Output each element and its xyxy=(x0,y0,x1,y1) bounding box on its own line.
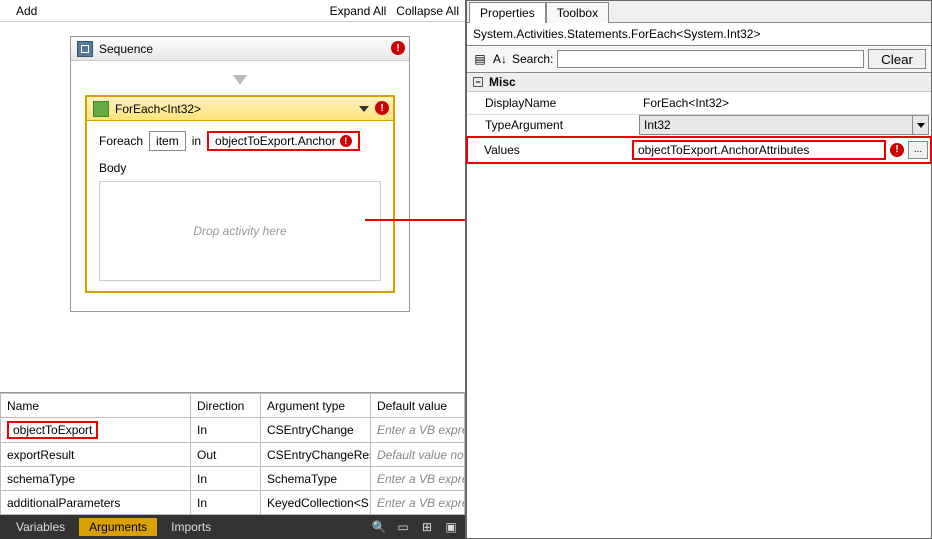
zoom-icon[interactable]: ▭ xyxy=(395,519,411,535)
search-input[interactable] xyxy=(557,50,864,68)
chevron-down-icon[interactable] xyxy=(912,116,928,134)
arg-type-cell[interactable]: KeyedCollection<S xyxy=(261,491,371,515)
fit-icon[interactable]: ▣ xyxy=(443,519,459,535)
body-label: Body xyxy=(99,161,381,175)
argument-row[interactable]: schemaTypeInSchemaTypeEnter a VB express xyxy=(1,467,465,491)
body-drop-zone[interactable]: Drop activity here xyxy=(99,181,381,281)
overview-icon[interactable]: ⊞ xyxy=(419,519,435,535)
collapse-icon[interactable]: − xyxy=(473,77,483,87)
tab-imports[interactable]: Imports xyxy=(161,518,221,536)
arg-direction-cell[interactable]: In xyxy=(191,491,261,515)
displayname-label: DisplayName xyxy=(467,92,637,114)
arguments-grid[interactable]: Name Direction Argument type Default val… xyxy=(0,392,465,515)
sequence-title: Sequence xyxy=(99,42,153,56)
annotation-arrow xyxy=(365,219,465,221)
arg-direction-cell[interactable]: Out xyxy=(191,443,261,467)
error-icon[interactable]: ! xyxy=(340,135,352,147)
foreach-activity[interactable]: ForEach<Int32> ! Foreach item in objectT… xyxy=(85,95,395,293)
chevron-down-icon[interactable] xyxy=(359,106,369,112)
error-icon[interactable]: ! xyxy=(890,143,904,157)
arg-name-cell[interactable]: schemaType xyxy=(1,467,191,491)
arg-name-cell[interactable]: exportResult xyxy=(1,443,191,467)
arg-default-cell[interactable]: Enter a VB express xyxy=(371,467,465,491)
arg-type-cell[interactable]: CSEntryChangeRes xyxy=(261,443,371,467)
category-misc[interactable]: − Misc xyxy=(467,73,931,92)
values-input[interactable]: objectToExport.AnchorAttributes xyxy=(632,140,886,160)
values-label: Values xyxy=(470,143,632,157)
add-link[interactable]: Add xyxy=(16,4,37,18)
col-type[interactable]: Argument type xyxy=(261,394,371,418)
error-icon[interactable]: ! xyxy=(375,101,389,115)
arg-name-cell[interactable]: additionalParameters xyxy=(1,491,191,515)
bottom-tabs: Variables Arguments Imports 🔍 ▭ ⊞ ▣ xyxy=(0,515,465,539)
prop-row-values[interactable]: Values objectToExport.AnchorAttributes !… xyxy=(467,136,931,163)
sequence-activity[interactable]: Sequence ! ForEach<Int32> ! xyxy=(70,36,410,312)
search-label: Search: xyxy=(512,52,553,66)
designer-toolbar: Add Expand All Collapse All xyxy=(0,0,465,22)
properties-tabs: Properties Toolbox xyxy=(467,1,931,23)
search-row: ▤ A↓ Search: Clear xyxy=(467,46,931,73)
arg-default-cell[interactable]: Enter a VB express xyxy=(371,418,465,443)
clear-button[interactable]: Clear xyxy=(868,49,926,69)
sequence-icon xyxy=(77,41,93,57)
tab-variables[interactable]: Variables xyxy=(6,518,75,536)
displayname-value[interactable]: ForEach<Int32> xyxy=(637,92,931,114)
tab-arguments[interactable]: Arguments xyxy=(79,518,157,536)
sequence-header[interactable]: Sequence ! xyxy=(71,37,409,61)
arg-default-cell[interactable]: Default value not su xyxy=(371,443,465,467)
argument-row[interactable]: additionalParametersInKeyedCollection<SE… xyxy=(1,491,465,515)
expand-all-link[interactable]: Expand All xyxy=(330,4,387,18)
designer-surface[interactable]: Sequence ! ForEach<Int32> ! xyxy=(0,22,465,392)
arguments-header-row: Name Direction Argument type Default val… xyxy=(1,394,465,418)
sort-icon[interactable]: A↓ xyxy=(492,52,508,66)
foreach-icon xyxy=(93,101,109,117)
tab-toolbox[interactable]: Toolbox xyxy=(546,2,609,23)
foreach-header[interactable]: ForEach<Int32> ! xyxy=(87,97,393,121)
arg-direction-cell[interactable]: In xyxy=(191,467,261,491)
arg-name-cell[interactable]: objectToExport xyxy=(1,418,191,443)
col-name[interactable]: Name xyxy=(1,394,191,418)
designer-pane: Add Expand All Collapse All Sequence ! xyxy=(0,0,466,539)
typeargument-combo[interactable]: Int32 xyxy=(639,115,929,135)
selection-breadcrumb: System.Activities.Statements.ForEach<Sys… xyxy=(467,23,931,46)
item-input[interactable]: item xyxy=(149,131,186,151)
in-expression-input[interactable]: objectToExport.Anchor ! xyxy=(207,131,360,151)
categorize-icon[interactable]: ▤ xyxy=(472,52,488,66)
in-label: in xyxy=(192,134,201,148)
ellipsis-button[interactable]: ... xyxy=(908,141,928,159)
arg-type-cell[interactable]: CSEntryChange xyxy=(261,418,371,443)
search-icon[interactable]: 🔍 xyxy=(371,519,387,535)
prop-row-displayname[interactable]: DisplayName ForEach<Int32> xyxy=(467,92,931,114)
collapse-all-link[interactable]: Collapse All xyxy=(396,4,459,18)
connector-arrow-icon xyxy=(233,75,247,85)
argument-row[interactable]: objectToExportInCSEntryChangeEnter a VB … xyxy=(1,418,465,443)
error-icon[interactable]: ! xyxy=(391,41,405,55)
tab-properties[interactable]: Properties xyxy=(469,2,546,23)
arg-type-cell[interactable]: SchemaType xyxy=(261,467,371,491)
prop-row-typeargument[interactable]: TypeArgument Int32 xyxy=(467,114,931,136)
arg-direction-cell[interactable]: In xyxy=(191,418,261,443)
col-direction[interactable]: Direction xyxy=(191,394,261,418)
properties-pane: Properties Toolbox System.Activities.Sta… xyxy=(466,0,932,539)
foreach-label: Foreach xyxy=(99,134,143,148)
argument-row[interactable]: exportResultOutCSEntryChangeResDefault v… xyxy=(1,443,465,467)
col-default[interactable]: Default value xyxy=(371,394,465,418)
arg-default-cell[interactable]: Enter a VB express xyxy=(371,491,465,515)
typeargument-label: TypeArgument xyxy=(467,114,637,136)
foreach-title: ForEach<Int32> xyxy=(115,102,201,116)
